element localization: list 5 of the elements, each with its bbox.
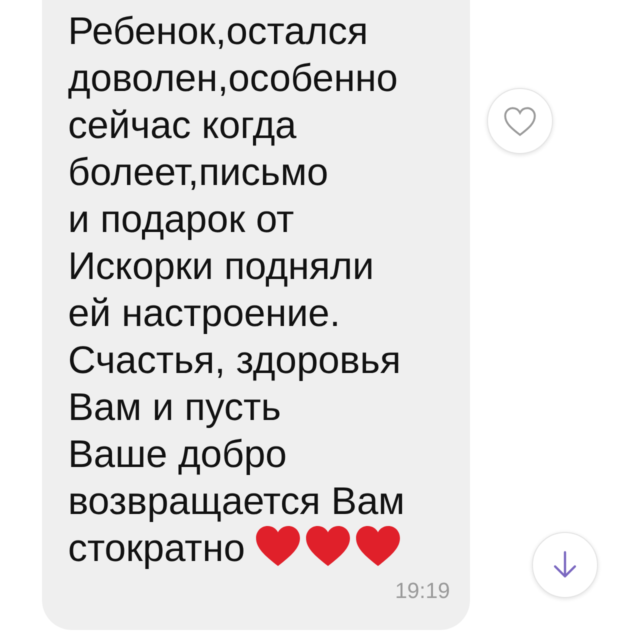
message-text: Ребенок,остался доволен,особенно сейчас когда болеет,письмо и подарок от Искорки подняли ей настроение. Счастья, здоровья Вам и пусть Ваше добро возвращается Вам стократно	[68, 10, 405, 570]
scroll-down-button[interactable]	[532, 532, 598, 598]
message-time: 19:19	[394, 578, 450, 604]
like-button[interactable]	[487, 88, 553, 154]
heart-outline-icon	[503, 106, 537, 136]
